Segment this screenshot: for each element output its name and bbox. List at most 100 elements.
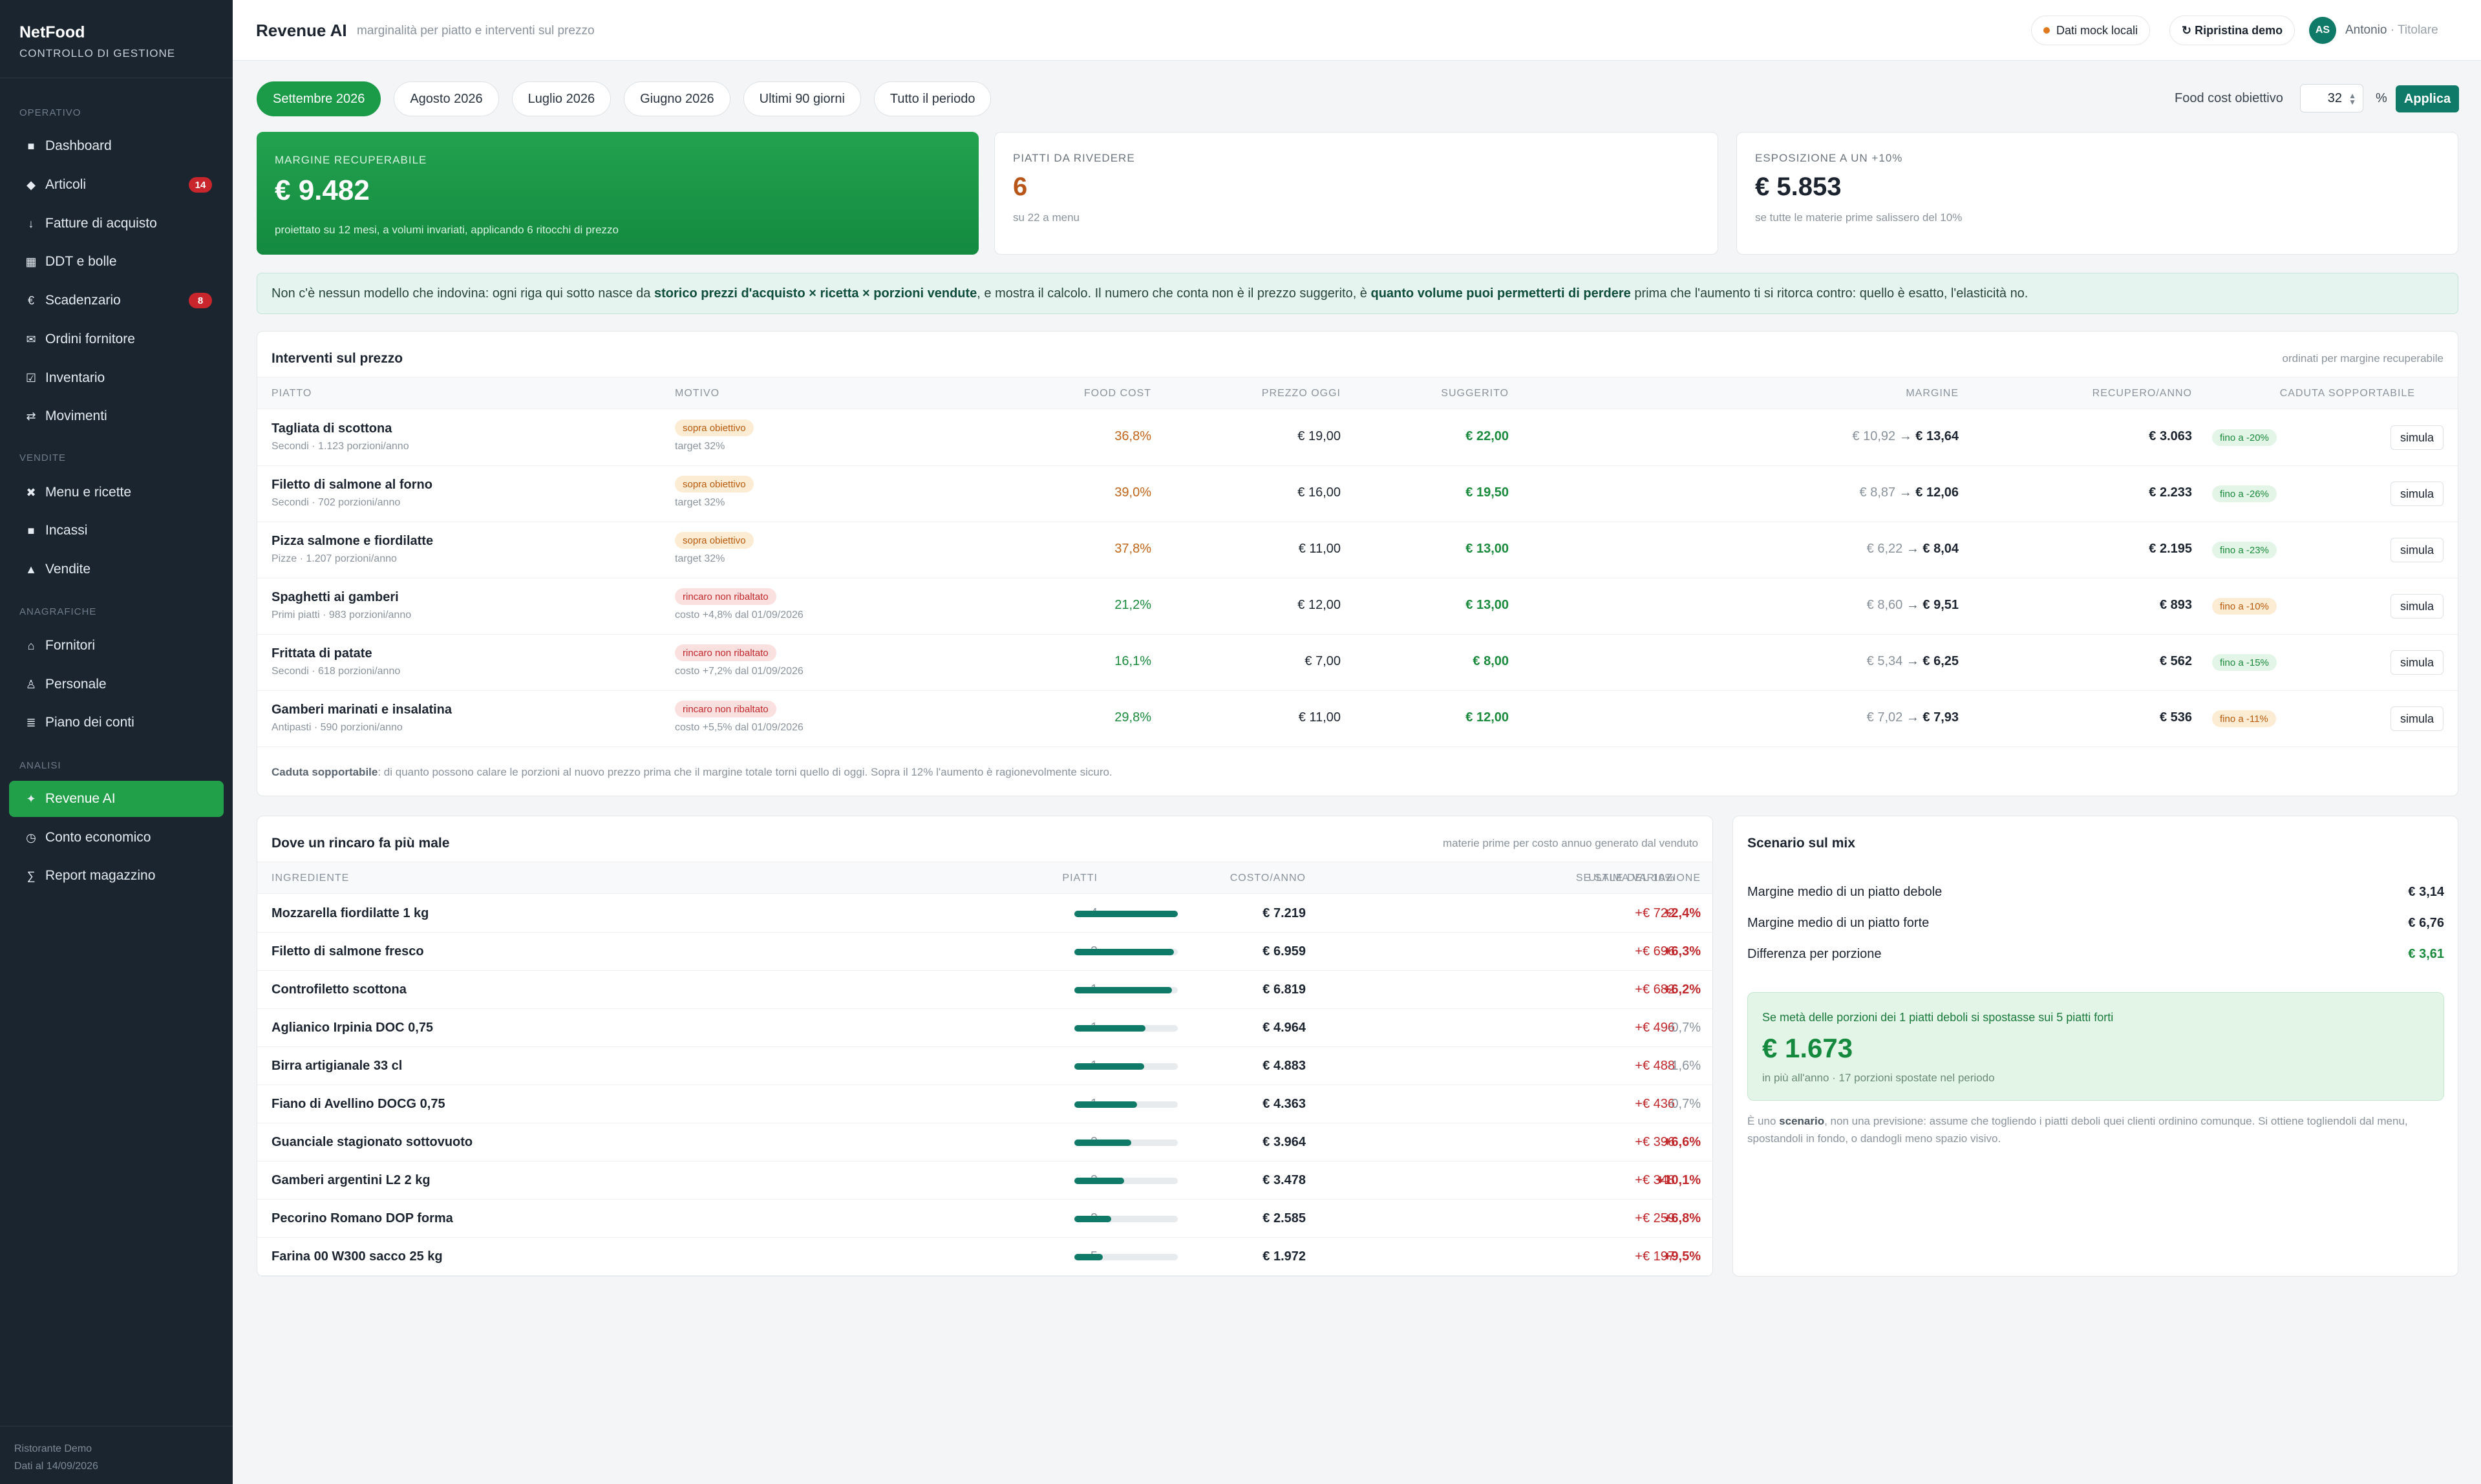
tab-period[interactable]: Ultimi 90 giorni	[743, 81, 861, 116]
price-today: € 11,00	[1298, 710, 1341, 725]
sidebar-item-label: Fornitori	[45, 638, 96, 653]
sidebar-item-ordini-fornitore[interactable]: ✉ Ordini fornitore	[9, 321, 224, 357]
annual-cost: € 6.959	[1262, 944, 1306, 959]
last-change: -0,7%	[1666, 1097, 1701, 1111]
kpi-value: € 9.482	[275, 175, 370, 206]
tab-period[interactable]: Tutto il periodo	[873, 81, 992, 116]
section-title: Scenario sul mix	[1747, 836, 1855, 851]
ingredient-name: Gamberi argentini L2 2 kg	[272, 1173, 431, 1187]
sidebar-item-fatture-di-acquisto[interactable]: ↓ Fatture di acquisto	[9, 206, 224, 242]
sidebar-item-vendite[interactable]: ▲ Vendite	[9, 551, 224, 588]
kpi-sub: proiettato su 12 mesi, a volumi invariat…	[275, 224, 619, 236]
col-dish: PIATTO	[272, 388, 312, 399]
suggested-price: € 13,00	[1465, 542, 1509, 556]
checkbox-icon: ☑	[25, 371, 37, 385]
ingredient-name: Mozzarella fiordilatte 1 kg	[272, 906, 429, 920]
cost-bar-fill	[1074, 1178, 1124, 1184]
last-change: +10,1%	[1656, 1173, 1701, 1187]
kpi-sub: su 22 a menu	[1013, 211, 1080, 224]
tab-period[interactable]: Giugno 2026	[624, 81, 730, 116]
table-row: Mozzarella fiordilatte 1 kg4€ 7.219+€ 72…	[257, 895, 1712, 933]
cost-bar-fill	[1074, 1063, 1144, 1070]
user-info[interactable]: Antonio · Titolare	[2345, 23, 2438, 37]
table-row: Birra artigianale 33 cl1€ 4.883+€ 488-1,…	[257, 1047, 1712, 1085]
sidebar-item-dashboard[interactable]: ■ Dashboard	[9, 128, 224, 164]
table-row: Spaghetti ai gamberi Primi piatti · 983 p…	[257, 578, 2458, 635]
avatar[interactable]: AS	[2309, 17, 2336, 44]
sidebar-item-label: Personale	[45, 677, 107, 692]
simulate-button[interactable]: simula	[2390, 594, 2444, 619]
last-change: -1,6%	[1666, 1059, 1701, 1073]
clock-icon: ◷	[26, 831, 36, 844]
sidebar-item-fornitori[interactable]: ⌂ Fornitori	[9, 628, 224, 664]
person-icon: ♙	[25, 677, 37, 691]
table-row: Frittata di patate Secondi · 618 porzioni…	[257, 635, 2458, 691]
cost-bar-fill	[1074, 1101, 1137, 1108]
annual-recovery: € 2.195	[2149, 542, 2192, 556]
reason-badge: sopra obiettivo	[675, 532, 754, 549]
reset-demo-button[interactable]: ↻ Ripristina demo	[2169, 16, 2295, 45]
sidebar-item-personale[interactable]: ♙ Personale	[9, 666, 224, 703]
cost-bar-fill	[1074, 1025, 1145, 1032]
ingredient-name: Filetto di salmone fresco	[272, 944, 424, 959]
simulate-button[interactable]: simula	[2390, 425, 2444, 450]
sidebar-item-articoli[interactable]: ◆ Articoli 14	[9, 167, 224, 203]
annual-recovery: € 536	[2159, 710, 2192, 725]
restaurant-name: Ristorante Demo	[14, 1443, 92, 1454]
kpi-label: MARGINE RECUPERABILE	[275, 154, 427, 166]
annual-recovery: € 2.233	[2149, 485, 2192, 500]
cost-bar-track	[1074, 1216, 1178, 1222]
sidebar-item-ddt-e-bolle[interactable]: ▦ DDT e bolle	[9, 244, 224, 280]
sidebar-footer: Ristorante Demo Dati al 14/09/2026	[14, 1440, 98, 1475]
tab-period[interactable]: Luglio 2026	[511, 81, 612, 116]
reason-badge: rincaro non ribaltato	[675, 588, 776, 605]
table-row: Gamberi marinati e insalatina Antipasti ·…	[257, 691, 2458, 747]
dish-category: Secondi · 1.123 porzioni/anno	[272, 441, 409, 452]
mix-strong-margin: Margine medio di un piatto forte € 6,76	[1747, 916, 2444, 930]
annual-cost: € 7.219	[1262, 906, 1306, 920]
sidebar-item-report-magazzino[interactable]: ∑ Report magazzino	[9, 858, 224, 894]
sidebar-item-inventario[interactable]: ☑ Inventario	[9, 360, 224, 396]
euro-icon: €	[27, 293, 34, 307]
food-cost-input[interactable]: 32 ▲ ▼	[2300, 84, 2363, 112]
tab-period[interactable]: Agosto 2026	[394, 81, 499, 116]
sidebar-item-piano-dei-conti[interactable]: ≣ Piano dei conti	[9, 705, 224, 741]
last-change: +6,3%	[1663, 944, 1701, 959]
kpi-label: PIATTI DA RIVEDERE	[1013, 152, 1135, 164]
user-role: · Titolare	[2390, 23, 2438, 37]
sparkle-icon: ✦	[26, 792, 36, 805]
section-note: ordinati per margine recuperabile	[2282, 352, 2444, 365]
annual-cost: € 4.363	[1262, 1097, 1306, 1111]
food-cost-value: 16,1%	[1114, 654, 1151, 668]
last-change: +6,6%	[1663, 1135, 1701, 1149]
annual-cost: € 4.883	[1262, 1059, 1306, 1073]
sidebar-item-scadenzario[interactable]: € Scadenzario 8	[9, 282, 224, 319]
sidebar-item-conto-economico[interactable]: ◷ Conto economico	[9, 820, 224, 856]
tab-period[interactable]: Settembre 2026	[257, 81, 381, 116]
simulate-button[interactable]: simula	[2390, 482, 2444, 506]
sidebar-item-menu-e-ricette[interactable]: ✖ Menu e ricette	[9, 474, 224, 511]
price-today: € 12,00	[1297, 598, 1341, 612]
food-cost-unit: %	[2376, 91, 2387, 105]
tolerable-drop-badge: fino a -26%	[2212, 485, 2277, 502]
sidebar-item-label: DDT e bolle	[45, 254, 117, 269]
reason-detail: target 32%	[675, 441, 725, 452]
cost-bar-track	[1074, 1025, 1178, 1032]
reason-badge: sopra obiettivo	[675, 419, 754, 436]
margin-change: € 5,34 → € 6,25	[1866, 654, 1959, 668]
info-text: Non c'è nessun modello che indovina: ogn…	[272, 286, 2028, 301]
triangle-icon: ▲	[25, 562, 37, 576]
simulate-button[interactable]: simula	[2390, 706, 2444, 731]
col-price-today: PREZZO OGGI	[1261, 388, 1341, 399]
sidebar-item-revenue-ai[interactable]: ✦ Revenue AI	[9, 781, 224, 817]
mix-scenario-card: Scenario sul mix Margine medio di un pia…	[1732, 816, 2458, 1277]
simulate-button[interactable]: simula	[2390, 650, 2444, 675]
section-anagrafiche: ANAGRAFICHE	[19, 606, 97, 617]
reason-badge: sopra obiettivo	[675, 476, 754, 493]
apply-button[interactable]: Applica	[2396, 85, 2459, 112]
sidebar-item-incassi[interactable]: ■ Incassi	[9, 513, 224, 549]
spinner-icon[interactable]: ▲ ▼	[2348, 92, 2356, 106]
table-row: Guanciale stagionato sottovuoto2€ 3.964+…	[257, 1123, 1712, 1161]
sidebar-item-movimenti[interactable]: ⇄ Movimenti	[9, 398, 224, 434]
simulate-button[interactable]: simula	[2390, 538, 2444, 562]
